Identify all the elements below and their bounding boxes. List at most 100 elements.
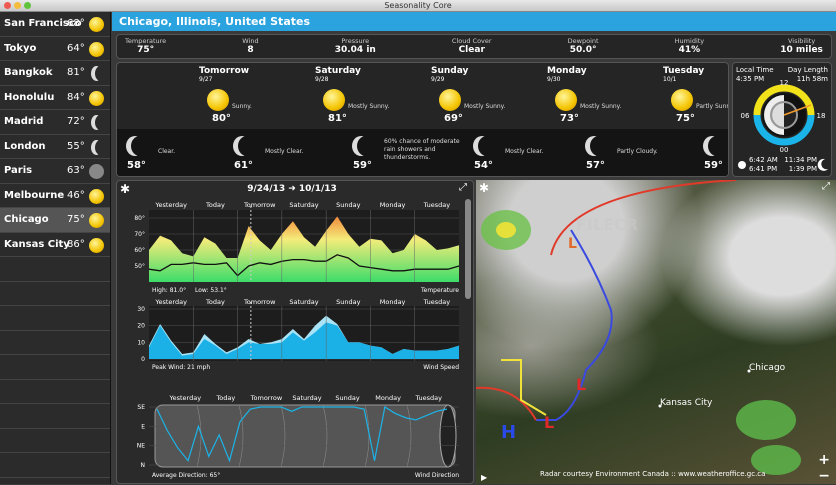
forecast-desc: Partly Sunny.: [696, 103, 728, 110]
y-tick-label: E: [141, 423, 145, 430]
zoom-out-button[interactable]: −: [818, 468, 830, 484]
y-tick-label: 50°: [134, 263, 145, 270]
sun-icon: [89, 237, 104, 253]
sidebar-city-item[interactable]: Honolulu 84°: [0, 86, 110, 110]
low-pressure-marker: L: [544, 413, 554, 432]
city-name: Honolulu: [4, 91, 55, 103]
night-low: 57°: [586, 160, 605, 171]
empty-row: [0, 331, 110, 355]
clock-panel: Local Time 4:35 PM Day Length 11h 58m 12 0…: [732, 62, 832, 177]
city-name: Melbourne: [4, 189, 65, 201]
caption: Low: 53.1°: [195, 287, 227, 294]
zoom-in-button[interactable]: +: [818, 452, 830, 468]
day-label: Saturday: [292, 394, 321, 402]
forecast-high: 69°: [444, 113, 463, 124]
y-tick-label: 30: [137, 306, 145, 313]
day-label: Today: [215, 394, 235, 402]
location-header: Chicago, Illinois, United States: [112, 12, 836, 31]
empty-row: [0, 257, 110, 282]
city-name: London: [4, 140, 46, 152]
sidebar-city-item[interactable]: Chicago 75°: [0, 208, 110, 233]
moon-icon: [95, 140, 106, 155]
night-desc: Clear.: [158, 148, 176, 155]
city-temp: 55°: [67, 140, 85, 152]
empty-row: [0, 306, 110, 331]
sun-icon: [555, 89, 577, 111]
city-label-kansas-city: Kansas City: [660, 398, 713, 408]
hour-12: 12: [780, 79, 789, 87]
day-label: Yesterday: [169, 394, 202, 402]
sidebar-city-item[interactable]: Melbourne 46°: [0, 184, 110, 208]
empty-row: [0, 453, 110, 478]
location-title: Chicago, Illinois, United States: [119, 15, 311, 28]
window-title: Seasonality Core: [384, 1, 452, 10]
condition-wind: Wind 8: [242, 37, 259, 55]
caption: Peak Wind: 21 mph: [152, 364, 210, 371]
watermark: FILECR: [576, 215, 638, 234]
y-tick-label: N: [141, 462, 146, 469]
cloud-icon: [89, 164, 104, 179]
night-low: 54°: [474, 160, 493, 171]
graphs-svg: Yesterday Today Tomorrow Saturday Sunday Mond…: [134, 201, 459, 479]
condition-visibility: Visibility 10 miles: [780, 37, 823, 55]
radar-credit: Radar courtesy Environment Canada :: www…: [540, 470, 765, 478]
city-temp: 46°: [67, 189, 85, 201]
sidebar-city-item[interactable]: Bangkok 81°: [0, 61, 110, 86]
minimize-button[interactable]: [14, 2, 21, 9]
forecast-high: 75°: [676, 113, 695, 124]
map-overlay: H L L L FILECR Chicago Kansas City Radar…: [476, 180, 801, 478]
day-label: Yesterday: [154, 298, 187, 306]
night-low: 59°: [353, 160, 372, 171]
night-low: 61°: [234, 160, 253, 171]
city-name: Tokyo: [4, 42, 37, 54]
sidebar-city-item[interactable]: Tokyo 64°: [0, 37, 110, 61]
night-desc: 60% chance of moderate rain showers and …: [384, 138, 460, 161]
y-tick-label: SE: [137, 404, 145, 411]
moon-icon: [131, 136, 149, 156]
forecast-panel: Tomorrow 9/27 Sunny. 80° Saturday 9/28 Mostly …: [116, 62, 729, 177]
day-label: Today: [205, 298, 225, 306]
sun-icon: [738, 161, 746, 169]
city-temp: 75°: [67, 214, 85, 226]
sun-icon: [671, 89, 693, 111]
low-pressure-marker: L: [568, 236, 577, 252]
sidebar-city-item[interactable]: Paris 63°: [0, 159, 110, 184]
direction-cylinder: [154, 404, 456, 468]
caption: Average Direction: 65°: [152, 472, 220, 479]
radar-echo-east: [736, 400, 801, 475]
night-desc: Mostly Clear.: [265, 148, 304, 155]
moon-icon: [817, 158, 828, 171]
day-label: Tuesday: [423, 201, 451, 209]
night-low: 59°: [704, 160, 723, 171]
city-temp: 81°: [67, 67, 85, 79]
day-label: Sunday: [336, 201, 360, 209]
day-label: Sunday: [336, 298, 360, 306]
sidebar-city-item[interactable]: Kansas City 86°: [0, 233, 110, 257]
play-button[interactable]: ▶: [481, 473, 487, 482]
forecast-day: Monday 9/30: [547, 66, 587, 83]
forecast-day: Sunday 9/29: [431, 66, 469, 83]
map-expand-icon[interactable]: ⤢: [822, 181, 830, 192]
moon-cloud-icon: [95, 66, 106, 81]
day-label: Monday: [375, 394, 401, 402]
sidebar-city-item[interactable]: London 55°: [0, 135, 110, 159]
zoom-button[interactable]: [24, 2, 31, 9]
day-label: Tuesday: [423, 298, 451, 306]
forecast-high: 80°: [212, 113, 231, 124]
sidebar-city-item[interactable]: Madrid 72°: [0, 110, 110, 135]
map-settings-gear-icon[interactable]: ✱: [479, 181, 489, 195]
sun-icon: [89, 188, 104, 204]
forecast-desc: Mostly Sunny.: [348, 103, 390, 110]
close-button[interactable]: [4, 2, 11, 9]
sidebar-city-item[interactable]: San Francisco 68°: [0, 12, 110, 37]
forecast-desc: Mostly Sunny.: [464, 103, 506, 110]
caption: Wind Direction: [415, 472, 459, 479]
day-label: Yesterday: [154, 201, 187, 209]
empty-row: [0, 282, 110, 306]
forecast-day: Tuesday 10/1: [663, 66, 705, 83]
weather-map[interactable]: H L L L FILECR Chicago Kansas City Radar…: [476, 180, 836, 484]
day-label: Monday: [380, 201, 406, 209]
city-name: Kansas City: [4, 238, 70, 250]
condition-cloud-cover: Cloud Cover Clear: [451, 37, 492, 55]
moon-icon: [357, 136, 375, 156]
